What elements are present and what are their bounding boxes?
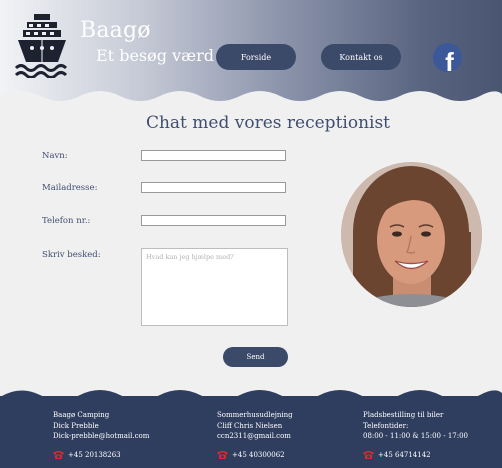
- facebook-glyph: f: [445, 47, 454, 72]
- phone-icon: [217, 451, 228, 459]
- footer-line: Dick Prebble: [53, 421, 99, 430]
- phone-icon: [363, 451, 374, 459]
- message-placeholder: Hvad kan jeg hjælpe med?: [146, 253, 234, 261]
- footer-line: Telefontider:: [363, 421, 409, 430]
- name-input[interactable]: [141, 150, 286, 161]
- footer-car-booking: Pladsbestilling til biler Telefontider: …: [363, 410, 468, 442]
- footer-phone[interactable]: +45 20138263: [53, 450, 121, 459]
- phone-label: Telefon nr.:: [42, 216, 91, 226]
- ship-logo-icon[interactable]: [14, 12, 70, 78]
- footer-camping: Baagø Camping Dick Prebble Dick-prebble@…: [53, 410, 149, 442]
- site-tagline: Et besøg værd: [96, 46, 215, 65]
- footer-line: Baagø Camping: [53, 411, 110, 419]
- footer-line: Sommerhusudlejning: [217, 411, 293, 419]
- footer-phone[interactable]: +45 64714142: [363, 450, 431, 459]
- phone-number: +45 64714142: [378, 450, 431, 459]
- receptionist-avatar: [341, 162, 482, 307]
- nav-contact-button[interactable]: Kontakt os: [321, 44, 401, 70]
- site-title: Baagø: [80, 18, 151, 43]
- footer-email-link[interactable]: ccn2311@gmail.com: [217, 431, 293, 442]
- phone-input[interactable]: [141, 215, 286, 226]
- email-input[interactable]: [141, 182, 286, 193]
- footer-phone[interactable]: +45 40300062: [217, 450, 285, 459]
- chat-title: Chat med vores receptionist: [145, 113, 391, 133]
- footer-line: Pladsbestilling til biler: [363, 411, 444, 419]
- message-textarea[interactable]: Hvad kan jeg hjælpe med?: [141, 248, 288, 326]
- footer-hours: 08:00 - 11:00 & 15:00 - 17:00: [363, 432, 469, 440]
- phone-number: +45 20138263: [68, 450, 121, 459]
- footer-wave-divider: [0, 390, 502, 411]
- phone-number: +45 40300062: [232, 450, 285, 459]
- nav-home-button[interactable]: Forside: [216, 44, 296, 70]
- name-label: Navn:: [42, 151, 68, 161]
- facebook-icon[interactable]: f: [433, 43, 462, 72]
- message-label: Skriv besked:: [42, 250, 101, 260]
- email-label: Mailadresse:: [42, 183, 98, 193]
- phone-icon: [53, 451, 64, 459]
- footer-holiday-rental: Sommerhusudlejning Cliff Chris Nielsen c…: [217, 410, 293, 442]
- send-button[interactable]: Send: [223, 347, 288, 367]
- footer-email-link[interactable]: Dick-prebble@hotmail.com: [53, 431, 149, 442]
- footer-line: Cliff Chris Nielsen: [217, 421, 283, 430]
